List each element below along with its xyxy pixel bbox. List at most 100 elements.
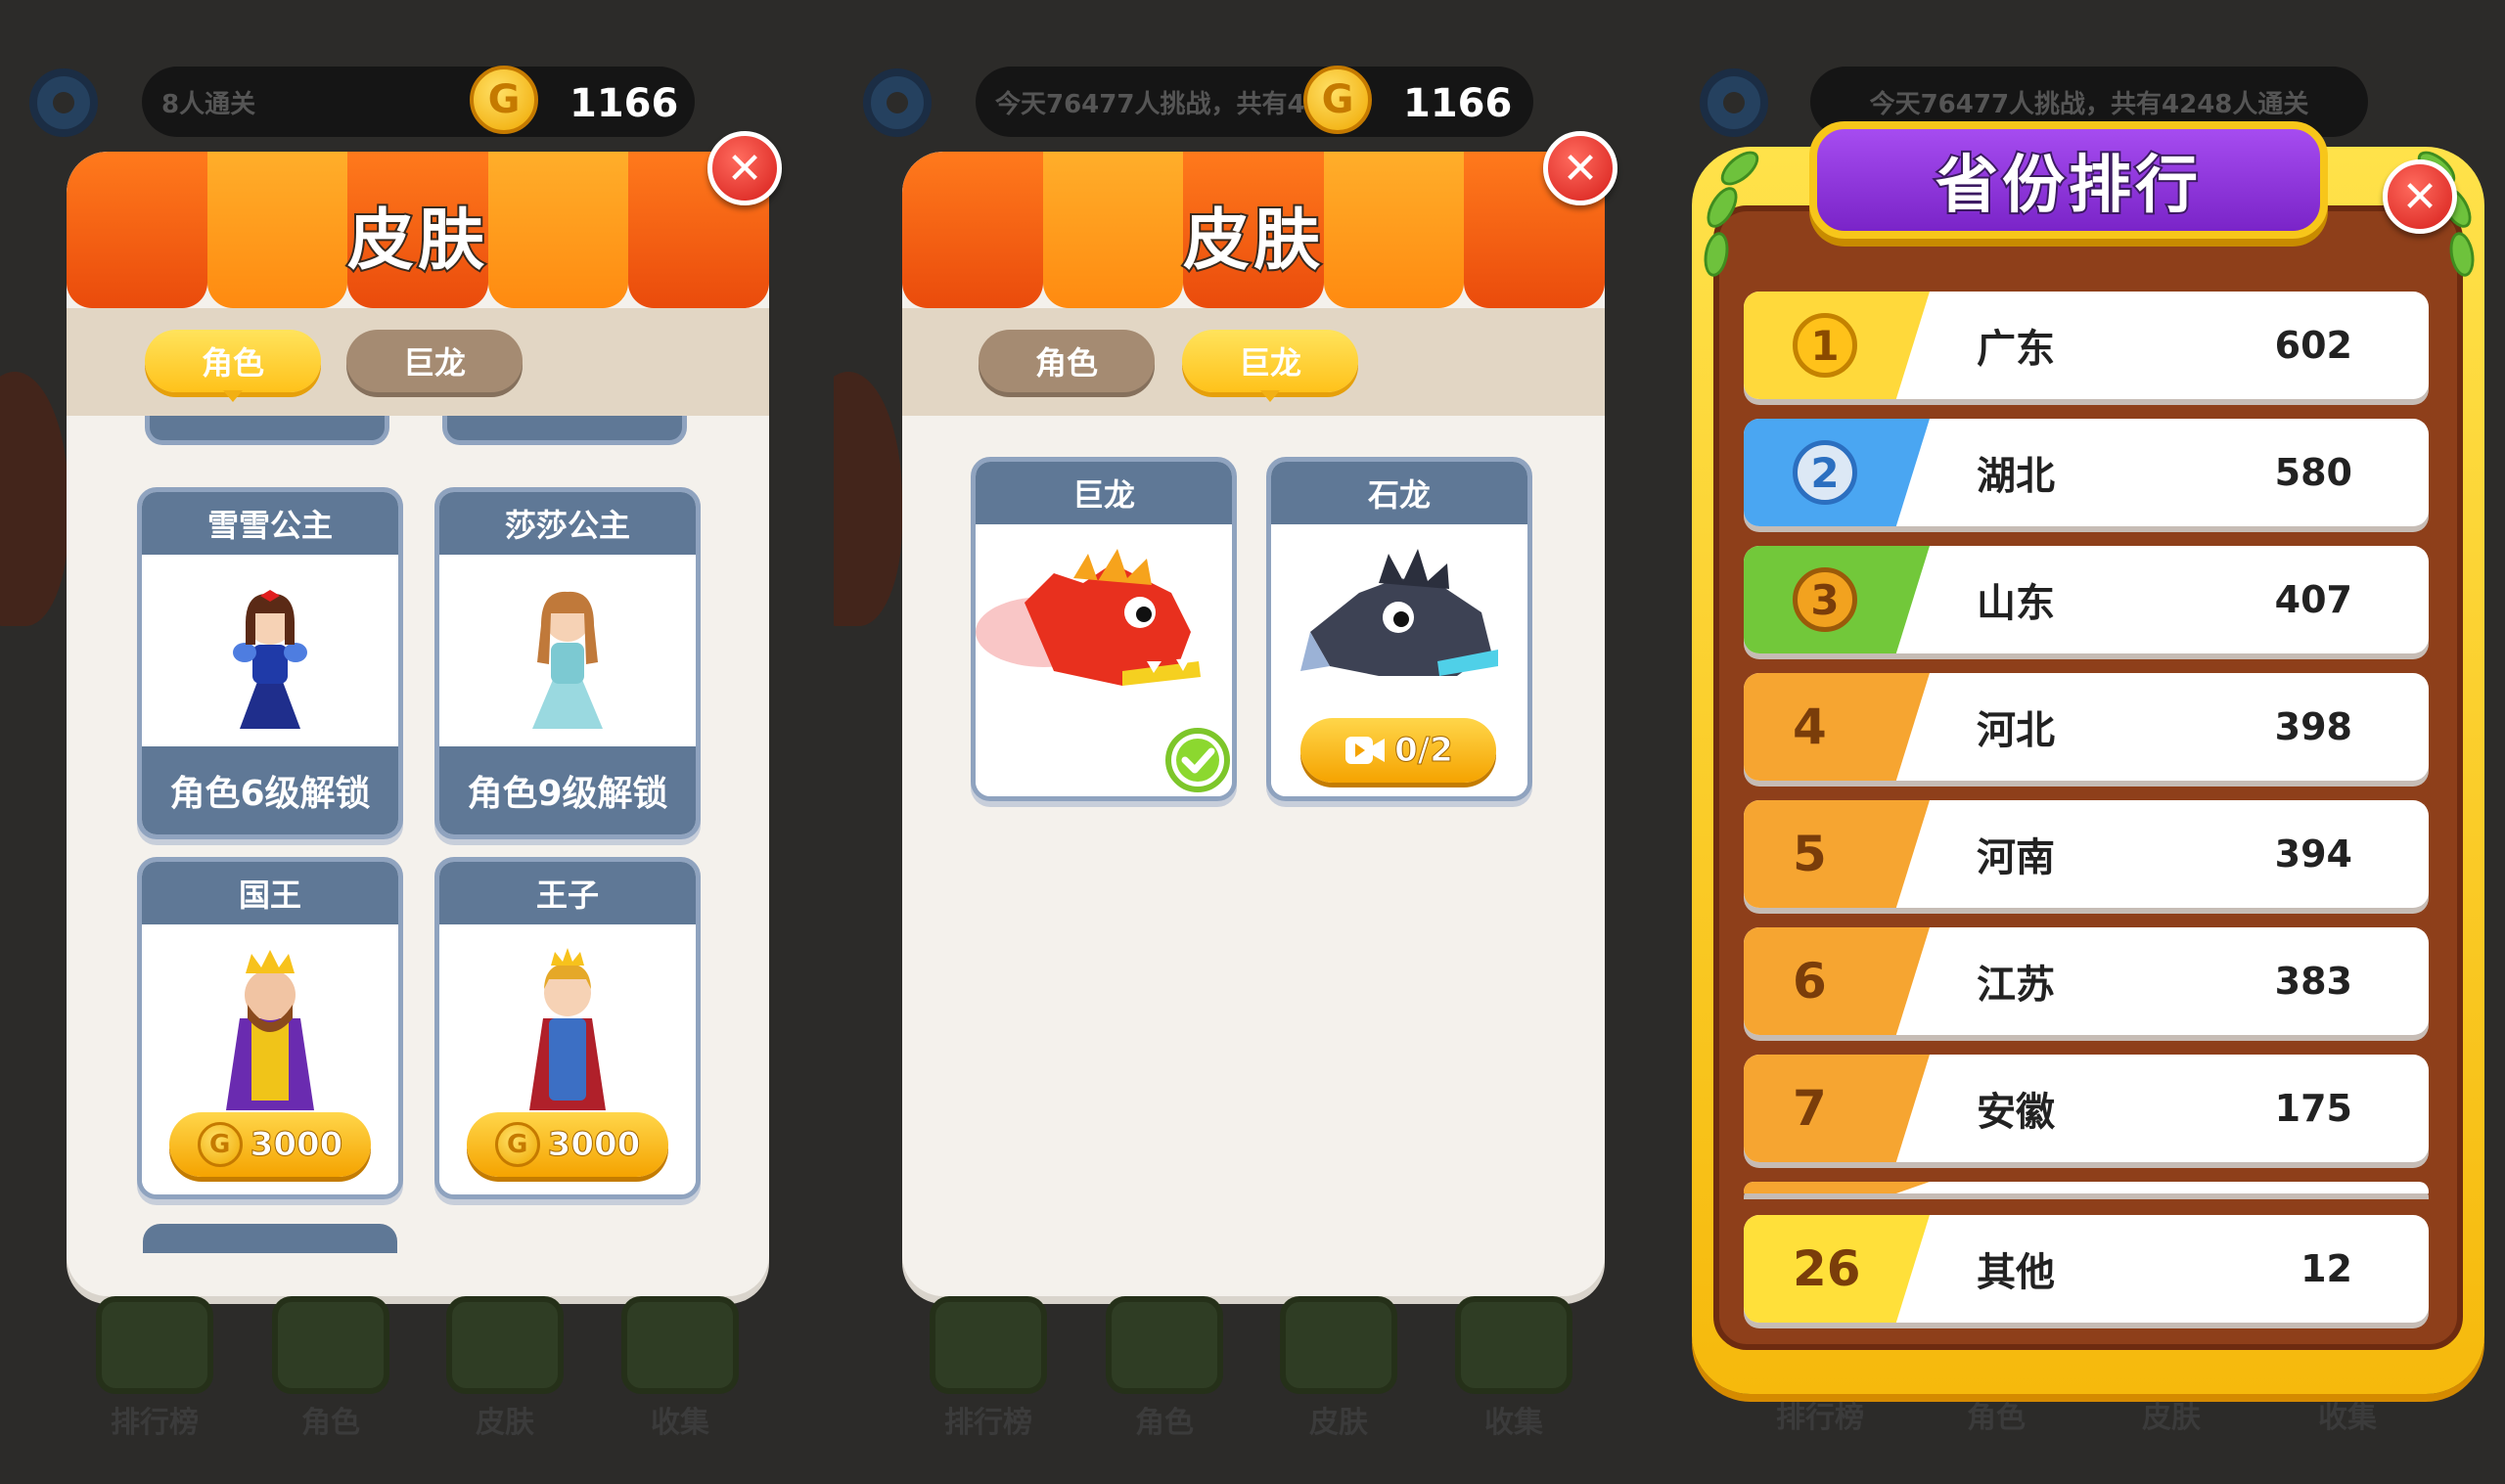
challenge-message: 今天76477人挑战，共有4248人通关 bbox=[995, 89, 1328, 119]
skin-figure: G 3000 bbox=[439, 924, 696, 1194]
skin-figure bbox=[142, 555, 398, 736]
coin-balance: 1166 bbox=[1403, 81, 1513, 126]
province-name: 广东 bbox=[1977, 327, 2055, 372]
skin-figure: G 3000 bbox=[142, 924, 398, 1194]
rank-number: 4 bbox=[1744, 673, 1930, 781]
settings-gear-icon[interactable] bbox=[863, 68, 932, 137]
buy-button[interactable]: G 3000 bbox=[467, 1112, 668, 1177]
province-score: 394 bbox=[2274, 832, 2352, 876]
skins-panel: 皮肤 角色 巨龙 巨龙 石龙 0/2 bbox=[902, 152, 1605, 1296]
unlock-requirement: 角色6级解锁 bbox=[142, 746, 398, 834]
settings-gear-icon[interactable] bbox=[29, 68, 98, 137]
close-button[interactable]: ✕ bbox=[707, 131, 782, 205]
price-label: 3000 bbox=[547, 1125, 641, 1165]
ranking-row: 1 广东 602 bbox=[1744, 292, 2429, 399]
nav-character[interactable]: 角色 bbox=[1937, 1389, 2055, 1436]
skins-screen-characters: 8人通关 G 1166 皮肤 角色 巨龙 雪雪公主 角色6级解锁 莎莎公主 角色… bbox=[0, 0, 832, 1484]
tab-characters[interactable]: 角色 bbox=[145, 330, 321, 402]
nav-ranking[interactable]: 排行榜 bbox=[96, 1296, 213, 1441]
coin-icon: G bbox=[494, 1122, 540, 1167]
rank-number: 7 bbox=[1744, 1055, 1930, 1162]
skins-panel: 皮肤 角色 巨龙 雪雪公主 角色6级解锁 莎莎公主 角色9级解锁 国王 G 30… bbox=[67, 152, 769, 1296]
bronze-medal-icon: 3 bbox=[1793, 567, 1857, 632]
province-score: 580 bbox=[2274, 451, 2352, 494]
province-score: 407 bbox=[2274, 578, 2352, 621]
nav-ranking[interactable]: 排行榜 bbox=[1761, 1389, 1879, 1436]
card-partial bbox=[143, 1224, 397, 1253]
skin-name: 雪雪公主 bbox=[142, 492, 398, 555]
ranking-row: 3 山东 407 bbox=[1744, 546, 2429, 653]
video-icon bbox=[1345, 737, 1386, 764]
rank-number: 6 bbox=[1744, 927, 1930, 1035]
tab-dragons[interactable]: 巨龙 bbox=[346, 330, 523, 392]
watch-video-button[interactable]: 0/2 bbox=[1300, 718, 1496, 783]
my-province-row: 26 其他 12 bbox=[1744, 1215, 2429, 1323]
card-partial bbox=[442, 416, 687, 445]
skin-name: 巨龙 bbox=[976, 462, 1232, 524]
close-icon: ✕ bbox=[1562, 143, 1599, 194]
panel-title: 皮肤 bbox=[345, 201, 488, 282]
province-name: 安徽 bbox=[1977, 1090, 2055, 1135]
skin-name: 石龙 bbox=[1271, 462, 1527, 524]
rank-number: 5 bbox=[1744, 800, 1930, 908]
coin-balance: 1166 bbox=[569, 81, 679, 126]
skin-card[interactable]: 莎莎公主 角色9级解锁 bbox=[434, 487, 701, 839]
challenge-message: 今天76477人挑战，共有4248人通关 bbox=[1869, 89, 2309, 119]
rank-badge: 3 bbox=[1744, 546, 1930, 653]
province-name: 山东 bbox=[1977, 581, 2055, 626]
nav-skins[interactable]: 皮肤 bbox=[2113, 1389, 2230, 1436]
province-name: 湖北 bbox=[1977, 454, 2055, 499]
skin-name: 国王 bbox=[142, 862, 398, 924]
skin-card[interactable]: 王子 G 3000 bbox=[434, 857, 701, 1199]
rank-badge: 2 bbox=[1744, 419, 1930, 526]
dragon-card[interactable]: 巨龙 bbox=[971, 457, 1237, 801]
close-icon: ✕ bbox=[2401, 171, 2438, 222]
ranking-row: 7 安徽 175 bbox=[1744, 1055, 2429, 1162]
skin-card[interactable]: 雪雪公主 角色6级解锁 bbox=[137, 487, 403, 839]
dragon-card[interactable]: 石龙 0/2 bbox=[1266, 457, 1532, 801]
coin-icon: G bbox=[1303, 66, 1372, 134]
province-name: 其他 bbox=[1977, 1250, 2055, 1295]
buy-button[interactable]: G 3000 bbox=[169, 1112, 371, 1177]
tab-dragons[interactable]: 巨龙 bbox=[1182, 330, 1358, 402]
province-ranking-screen: 今天76477人挑战，共有4248人通关 省份排行 ✕ 1 广东 602 2 湖… bbox=[1670, 0, 2505, 1484]
background-decoration bbox=[834, 372, 902, 626]
rank-badge: 1 bbox=[1744, 292, 1930, 399]
province-score: 175 bbox=[2274, 1087, 2352, 1130]
price-label: 3000 bbox=[250, 1125, 343, 1165]
background-decoration bbox=[0, 372, 68, 626]
nav-skins[interactable]: 皮肤 bbox=[1280, 1296, 1397, 1441]
tab-bar: 角色 巨龙 bbox=[67, 308, 769, 416]
province-name: 江苏 bbox=[1977, 963, 2055, 1008]
ranking-row: 5 河南 394 bbox=[1744, 800, 2429, 908]
nav-collection[interactable]: 收集 bbox=[1455, 1296, 1572, 1441]
nav-skins[interactable]: 皮肤 bbox=[446, 1296, 564, 1441]
province-score: 383 bbox=[2274, 960, 2352, 1003]
ranking-row: 4 河北 398 bbox=[1744, 673, 2429, 781]
province-name: 河南 bbox=[1977, 835, 2055, 880]
nav-character[interactable]: 角色 bbox=[272, 1296, 389, 1441]
gold-medal-icon: 1 bbox=[1793, 313, 1857, 378]
settings-gear-icon[interactable] bbox=[1700, 68, 1768, 137]
coin-icon: G bbox=[470, 66, 538, 134]
nav-ranking[interactable]: 排行榜 bbox=[930, 1296, 1047, 1441]
skins-screen-dragons: 今天76477人挑战，共有4248人通关 G 1166 皮肤 角色 巨龙 巨龙 bbox=[834, 0, 1668, 1484]
nav-character[interactable]: 角色 bbox=[1106, 1296, 1223, 1441]
panel-title: 皮肤 bbox=[1181, 201, 1324, 282]
skin-figure bbox=[439, 555, 696, 736]
silver-medal-icon: 2 bbox=[1793, 440, 1857, 505]
nav-collection[interactable]: 收集 bbox=[2289, 1389, 2406, 1436]
nav-collection[interactable]: 收集 bbox=[621, 1296, 739, 1441]
close-button[interactable]: ✕ bbox=[1543, 131, 1617, 205]
tab-characters[interactable]: 角色 bbox=[979, 330, 1155, 392]
skin-card[interactable]: 国王 G 3000 bbox=[137, 857, 403, 1199]
ranking-row: 2 湖北 580 bbox=[1744, 419, 2429, 526]
province-name: 河北 bbox=[1977, 708, 2055, 753]
coin-icon: G bbox=[197, 1122, 243, 1167]
close-button[interactable]: ✕ bbox=[2383, 159, 2457, 234]
close-icon: ✕ bbox=[726, 143, 763, 194]
province-score: 398 bbox=[2274, 705, 2352, 748]
video-progress: 0/2 bbox=[1394, 731, 1454, 771]
ranking-row-partial bbox=[1744, 1182, 2429, 1193]
ranking-row: 6 江苏 383 bbox=[1744, 927, 2429, 1035]
